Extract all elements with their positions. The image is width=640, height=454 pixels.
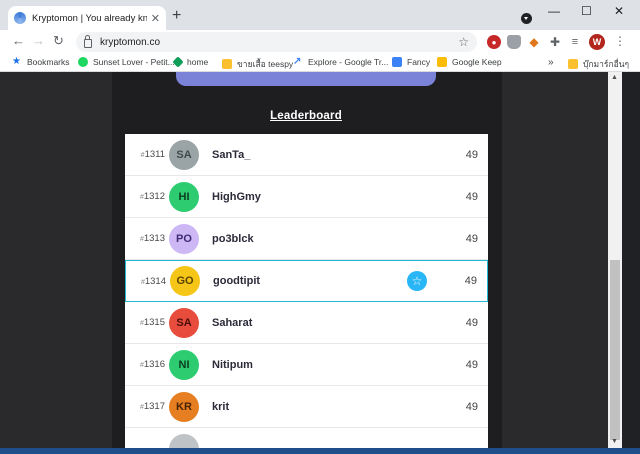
taskbar [0,448,640,454]
browser-menu-icon[interactable]: ⋮ [614,34,626,48]
leaderboard-row[interactable]: #1315 SA Saharat 49 [125,302,488,344]
leaderboard-row-current-user[interactable]: #1314 GO goodtipit ☆ 49 [125,260,488,302]
back-arrow-icon[interactable]: ← [12,34,25,48]
extension-red-icon[interactable]: ● [487,35,501,49]
bookmark-item[interactable]: home [172,56,208,68]
trends-chart-icon: ↗ [293,56,302,67]
leaderboard-row[interactable]: #1311 SA SanTa_ 49 [125,134,488,176]
bookmark-item[interactable]: Fancy [392,57,430,67]
rank-number: #1316 [139,359,165,370]
minimize-button[interactable]: — [548,4,560,18]
avatar: SA [169,139,199,170]
fancy-icon [392,57,402,67]
avatar: PO [169,223,199,254]
username: Nitipum [212,358,253,371]
scroll-down-icon[interactable]: ▼ [611,438,618,445]
bookmark-item[interactable]: ★ Bookmarks [12,56,70,68]
rank-number: #1313 [139,233,165,244]
username: Saharat [212,316,253,329]
bookmark-item[interactable]: Sunset Lover - Petit... [78,57,175,67]
browser-window: Kryptomon | You already know w ✕ + — ☐ ✕… [0,0,640,448]
new-tab-button[interactable]: + [172,8,181,24]
score: 49 [465,316,478,329]
score: 49 [465,148,478,161]
more-bookmarks-button[interactable]: » [548,57,554,68]
browser-toolbar: ← → ↻ kryptomon.co ☆ ● ◆ ✚ ≡ W ⋮ [0,30,640,54]
url-text: kryptomon.co [100,36,161,48]
bookmark-item[interactable]: Google Keep [437,57,502,67]
spotify-icon [78,57,88,67]
username: SanTa_ [212,148,251,161]
profile-avatar[interactable]: W [589,34,605,50]
action-button[interactable] [176,72,436,86]
close-window-button[interactable]: ✕ [614,4,624,18]
score: 49 [464,275,477,287]
lock-icon [84,35,92,48]
avatar [169,433,199,448]
reload-icon[interactable]: ↻ [53,34,64,48]
rank-number: #1314 [140,275,166,287]
site-favicon-icon [14,12,26,24]
rank-number: #1311 [140,149,165,160]
rank-number: #1312 [139,191,165,202]
tab-search-icon[interactable] [521,13,532,24]
username: krit [212,400,230,413]
maximize-button[interactable]: ☐ [581,4,592,18]
folder-icon [222,59,232,69]
rank-number: #1317 [139,401,165,412]
bookmarks-bar: ★ Bookmarks Sunset Lover - Petit... home… [0,54,640,72]
google-keep-icon [437,57,447,67]
extensions-puzzle-icon[interactable]: ✚ [548,35,562,49]
score: 49 [465,190,478,203]
score: 49 [465,358,478,371]
username: HighGmy [212,190,261,203]
score: 49 [465,400,478,413]
avatar: SA [169,307,199,338]
leaderboard-row[interactable]: #1312 HI HighGmy 49 [125,176,488,218]
avatar: GO [170,266,200,296]
star-icon: ★ [12,56,21,67]
media-playlist-icon[interactable]: ≡ [568,35,582,49]
tab-strip: Kryptomon | You already know w ✕ + — ☐ ✕ [0,0,640,30]
leaderboard-row[interactable] [125,428,488,448]
rank-number: #1315 [139,317,165,328]
address-bar[interactable]: kryptomon.co ☆ [76,32,477,52]
home-diamond-icon [172,56,184,68]
bookmark-item[interactable]: ขายเสื้อ teespy [222,57,293,71]
leaderboard-row[interactable]: #1313 PO po3blck 49 [125,218,488,260]
folder-icon [568,59,578,69]
avatar: HI [169,181,199,212]
extension-shield-icon[interactable] [507,35,521,49]
leaderboard-list: #1311 SA SanTa_ 49 #1312 HI HighGmy 49 #1313 PO po… [125,134,488,448]
bookmark-star-icon[interactable]: ☆ [458,35,469,49]
star-badge-icon: ☆ [407,271,427,291]
leaderboard-row[interactable]: #1316 NI Nitipum 49 [125,344,488,386]
other-bookmarks-folder[interactable]: บุ๊กมาร์กอื่นๆ [568,57,629,71]
leaderboard-row[interactable]: #1317 KR krit 49 [125,386,488,428]
score: 49 [465,232,478,245]
tab-kryptomon[interactable]: Kryptomon | You already know w ✕ [8,6,166,30]
bookmark-item[interactable]: ↗ Explore - Google Tr... [293,56,388,68]
leaderboard-title[interactable]: Leaderboard [256,110,356,122]
tab-title: Kryptomon | You already know w [32,12,147,24]
username: po3blck [212,232,254,245]
tab-close-icon[interactable]: ✕ [151,12,160,25]
metamask-fox-icon[interactable]: ◆ [527,35,541,49]
scroll-up-icon[interactable]: ▲ [611,74,618,81]
avatar: NI [169,349,199,380]
page-scrollbar[interactable]: ▲ ▼ [608,72,622,448]
forward-arrow-icon[interactable]: → [32,34,45,48]
avatar: KR [169,391,199,422]
scrollbar-thumb[interactable] [610,260,620,440]
